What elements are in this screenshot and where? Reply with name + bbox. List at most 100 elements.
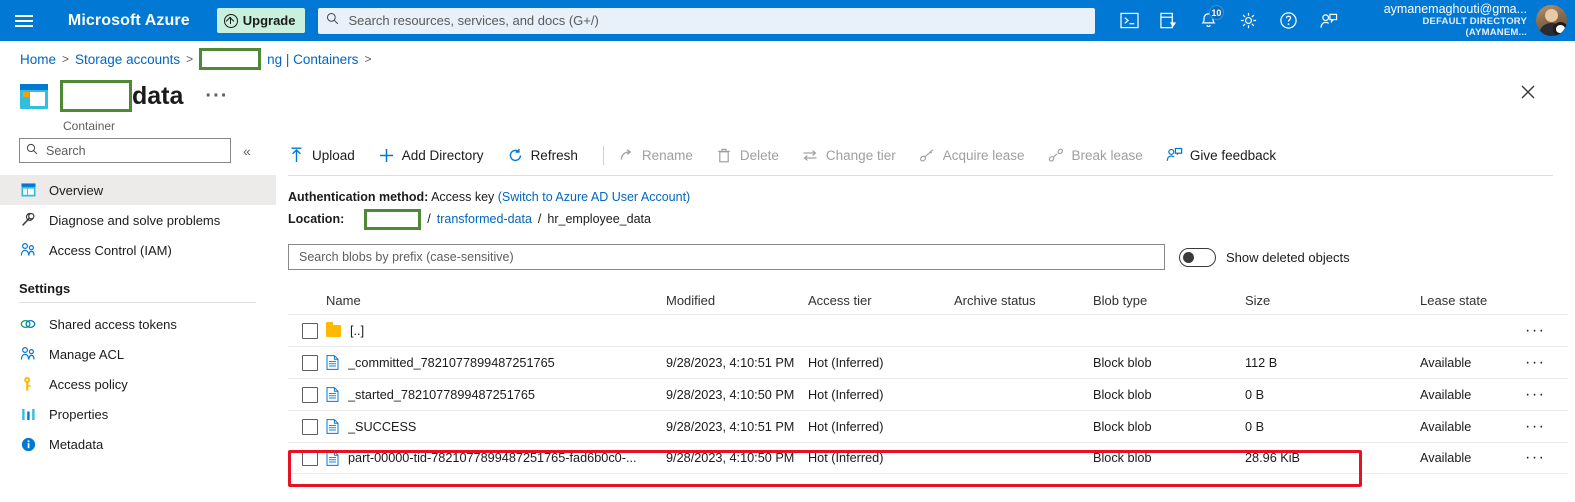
sidebar-item-properties[interactable]: Properties: [0, 399, 276, 429]
row-checkbox[interactable]: [302, 354, 318, 371]
sidebar-item-overview[interactable]: Overview: [0, 175, 276, 205]
blob-modified: 9/28/2023, 4:10:51 PM: [666, 355, 795, 370]
break-lease-button-label: Break lease: [1071, 147, 1143, 163]
feedback-person-icon[interactable]: [1309, 0, 1349, 41]
nav-section-settings-header: Settings: [19, 281, 71, 296]
command-bar: Upload Add Directory Refresh Rename Dele…: [288, 138, 1575, 172]
location-crumb-transformed-data[interactable]: transformed-data: [437, 210, 532, 229]
sidebar-item-access-control[interactable]: Access Control (IAM): [0, 235, 276, 265]
row-more-button[interactable]: ···: [1525, 450, 1545, 465]
switch-auth-link[interactable]: (Switch to Azure AD User Account): [498, 190, 690, 204]
sidebar-item-shared-access-tokens[interactable]: Shared access tokens: [0, 309, 276, 339]
main-content-area: Upload Add Directory Refresh Rename Dele…: [288, 138, 1575, 474]
breadcrumb-item-containers[interactable]: ng | Containers: [267, 52, 358, 67]
column-header-lease-state[interactable]: Lease state: [1420, 293, 1525, 308]
table-row[interactable]: _committed_7821077899487251765 9/28/2023…: [288, 346, 1568, 378]
blob-lease-state: Available: [1420, 387, 1472, 402]
account-info[interactable]: aymanemaghouti@gma... DEFAULT DIRECTORY …: [1359, 2, 1527, 38]
people-icon: [19, 241, 37, 259]
table-row[interactable]: part-00000-tid-7821077899487251765-fad6b…: [288, 442, 1568, 474]
upload-button[interactable]: Upload: [288, 147, 366, 164]
sidebar-item-label: Access policy: [49, 376, 128, 392]
page-title-row: data ··· Container: [20, 80, 228, 133]
sidebar-item-label: Overview: [49, 182, 104, 198]
show-deleted-objects-group: Show deleted objects: [1179, 247, 1350, 267]
location-crumb-current: hr_employee_data: [547, 212, 651, 226]
page-title-more-button[interactable]: ···: [205, 86, 228, 106]
blob-prefix-search-box[interactable]: [288, 244, 1165, 270]
sidebar-item-label: Metadata: [49, 436, 104, 452]
people-icon: [19, 345, 37, 363]
close-blade-button[interactable]: [1520, 84, 1542, 106]
sidebar-item-label: Access Control (IAM): [49, 242, 172, 258]
sidebar-item-metadata[interactable]: Metadata: [0, 429, 276, 459]
breadcrumb-item-storage-accounts[interactable]: Storage accounts: [75, 52, 180, 67]
row-checkbox[interactable]: [302, 450, 318, 466]
breadcrumb-redaction-box: [199, 48, 262, 70]
folder-icon: [326, 322, 341, 337]
overview-icon: [19, 181, 37, 199]
column-header-access-tier[interactable]: Access tier: [808, 293, 954, 308]
row-more-button[interactable]: ···: [1525, 387, 1545, 402]
table-row[interactable]: _SUCCESS 9/28/2023, 4:10:51 PM Hot (Infe…: [288, 410, 1568, 442]
directories-subscriptions-icon[interactable]: [1149, 0, 1189, 41]
table-row[interactable]: _started_7821077899487251765 9/28/2023, …: [288, 378, 1568, 410]
upgrade-arrow-icon: [223, 13, 238, 28]
row-more-button[interactable]: ···: [1525, 419, 1545, 434]
breadcrumb-item-home[interactable]: Home: [20, 52, 56, 67]
row-checkbox[interactable]: [302, 386, 318, 403]
command-bar-rule: [288, 175, 1553, 176]
blob-type: Block blob: [1093, 387, 1152, 402]
change-tier-icon: [802, 147, 819, 164]
feedback-person-icon: [1166, 147, 1183, 164]
delete-button-label: Delete: [739, 147, 779, 163]
row-checkbox[interactable]: [302, 418, 318, 435]
sidebar-item-diagnose[interactable]: Diagnose and solve problems: [0, 205, 276, 235]
azure-top-header: Microsoft Azure Upgrade 10 ayma: [0, 0, 1575, 41]
file-icon: [326, 355, 339, 370]
azure-brand-logo[interactable]: Microsoft Azure: [68, 12, 190, 30]
blob-name[interactable]: part-00000-tid-7821077899487251765-fad6b…: [348, 451, 637, 465]
cloud-shell-icon[interactable]: [1109, 0, 1149, 41]
column-header-size[interactable]: Size: [1245, 293, 1420, 308]
column-header-name[interactable]: Name: [326, 293, 666, 308]
notifications-bell-icon[interactable]: 10: [1189, 0, 1229, 41]
nav-search-input[interactable]: [44, 142, 224, 159]
give-feedback-button[interactable]: Give feedback: [1166, 147, 1287, 164]
row-more-button[interactable]: ···: [1525, 323, 1545, 338]
blob-modified: 9/28/2023, 4:10:51 PM: [666, 419, 795, 434]
global-search-box[interactable]: [318, 7, 1096, 34]
add-directory-button[interactable]: Add Directory: [378, 147, 495, 164]
nav-search-box[interactable]: [19, 138, 231, 163]
blob-name[interactable]: [..]: [350, 324, 364, 338]
upgrade-button[interactable]: Upgrade: [216, 8, 306, 33]
global-search-input[interactable]: [346, 12, 1088, 29]
blob-name[interactable]: _SUCCESS: [348, 420, 416, 434]
table-row[interactable]: [..] ···: [288, 314, 1568, 346]
page-title-text: data: [132, 81, 184, 110]
help-question-icon[interactable]: [1269, 0, 1309, 41]
blob-prefix-search-input[interactable]: [297, 249, 1156, 265]
refresh-button[interactable]: Refresh: [507, 147, 589, 164]
sidebar-item-manage-acl[interactable]: Manage ACL: [0, 339, 276, 369]
column-header-modified[interactable]: Modified: [666, 293, 808, 308]
column-header-archive-status[interactable]: Archive status: [954, 293, 1093, 308]
blob-size: 112 B: [1245, 355, 1278, 370]
blob-size: 0 B: [1245, 419, 1265, 434]
change-tier-button-label: Change tier: [825, 147, 896, 163]
hamburger-menu-button[interactable]: [0, 0, 48, 41]
change-tier-button: Change tier: [802, 147, 907, 164]
blob-name[interactable]: _committed_7821077899487251765: [348, 356, 555, 370]
row-more-button[interactable]: ···: [1525, 355, 1545, 370]
top-icon-group: 10 aymanemaghouti@gma... DEFAULT DIRECTO…: [1109, 0, 1575, 41]
location-redaction-box: [364, 209, 422, 230]
avatar[interactable]: [1536, 5, 1568, 36]
sidebar-item-access-policy[interactable]: Access policy: [0, 369, 276, 399]
show-deleted-objects-toggle[interactable]: [1179, 247, 1216, 267]
blob-name[interactable]: _started_7821077899487251765: [348, 388, 535, 402]
row-checkbox[interactable]: [302, 322, 318, 339]
notification-count-badge: 10: [1208, 5, 1224, 20]
settings-gear-icon[interactable]: [1229, 0, 1269, 41]
column-header-blob-type[interactable]: Blob type: [1093, 293, 1245, 308]
collapse-nav-button[interactable]: «: [243, 143, 251, 159]
